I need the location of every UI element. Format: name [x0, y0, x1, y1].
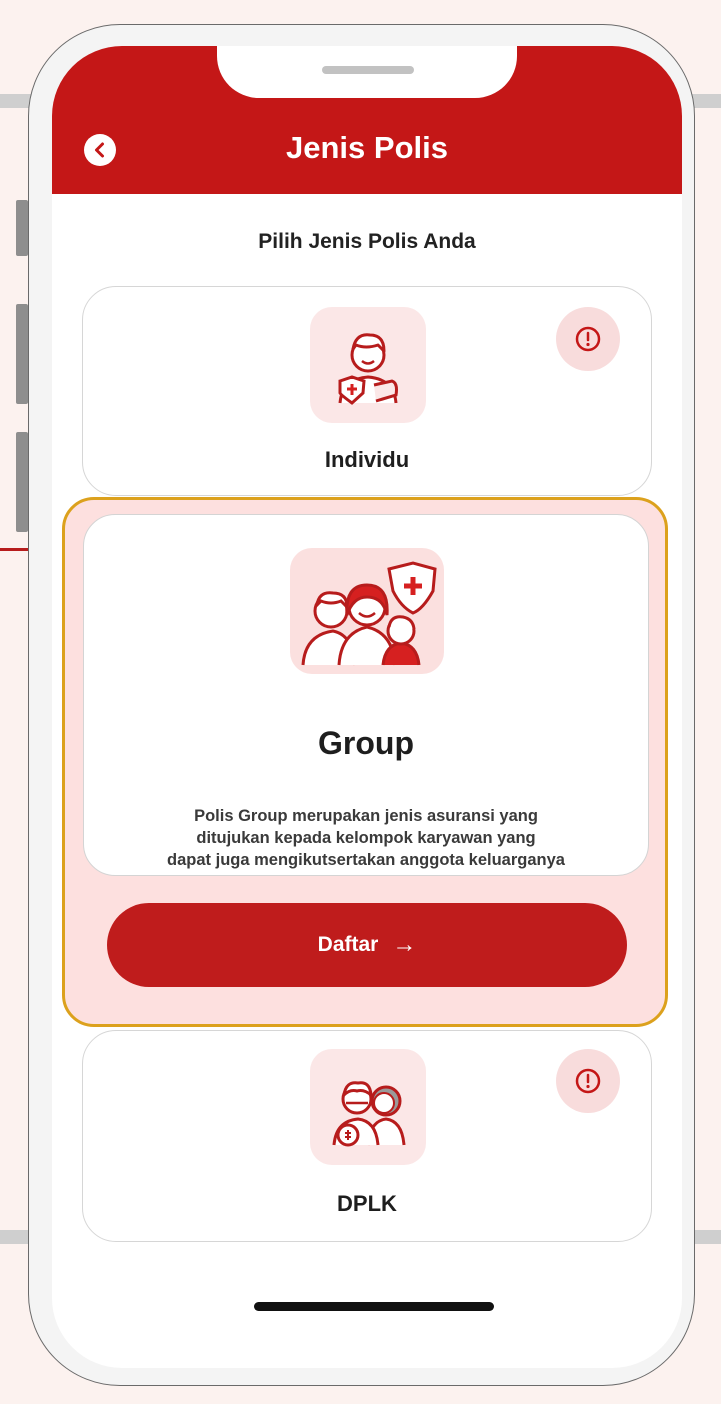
group-description-line-1: Polis Group merupakan jenis asuransi yan…: [194, 807, 538, 825]
policy-card-group[interactable]: Group Polis Group merupakan jenis asuran…: [83, 514, 649, 876]
group-label: Group: [318, 725, 414, 761]
individu-info-button[interactable]: [556, 307, 620, 371]
page-subtitle: Pilih Jenis Polis Anda: [258, 230, 476, 253]
group-description-line-3: dapat juga mengikutsertakan anggota kelu…: [167, 851, 565, 869]
daftar-button-label: Daftar: [317, 933, 379, 956]
daftar-button[interactable]: Daftar →: [107, 903, 627, 987]
phone-side-button: [16, 200, 28, 256]
dplk-label: DPLK: [337, 1191, 397, 1216]
individu-label: Individu: [324, 447, 410, 472]
group-description: Polis Group merupakan jenis asuransi yan…: [84, 805, 648, 871]
app-screen: Jenis Polis Pilih Jenis Polis Anda Indiv…: [52, 46, 682, 1368]
elderly-couple-icon: [310, 1049, 426, 1165]
arrow-right-icon: →: [392, 931, 417, 958]
policy-card-group-selected[interactable]: Group Polis Group merupakan jenis asuran…: [62, 497, 668, 1027]
alert-circle-icon: [575, 326, 601, 352]
alert-circle-icon: [575, 1068, 601, 1094]
notch-speaker: [322, 66, 414, 74]
policy-card-individu[interactable]: Individu: [82, 286, 652, 496]
family-shield-icon: [290, 548, 444, 674]
policy-card-dplk[interactable]: DPLK: [82, 1030, 652, 1242]
person-shield-icon: [310, 307, 426, 423]
phone-volume-down-button: [16, 432, 28, 532]
page-title: Jenis Polis: [286, 130, 448, 165]
phone-volume-up-button: [16, 304, 28, 404]
home-indicator[interactable]: [254, 1302, 494, 1311]
dplk-info-button[interactable]: [556, 1049, 620, 1113]
app-header: Jenis Polis: [52, 46, 682, 194]
group-description-line-2: ditujukan kepada kelompok karyawan yang: [196, 829, 536, 847]
phone-notch: [217, 46, 517, 98]
